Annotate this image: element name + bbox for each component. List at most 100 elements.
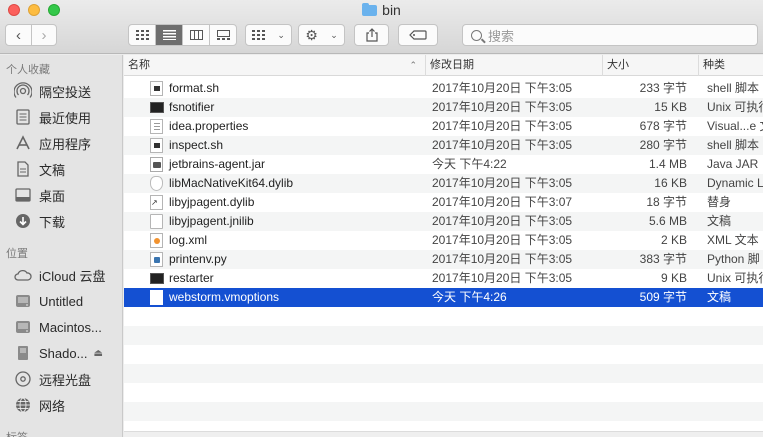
file-date: 2017年10月20日 下午3:05 [432,138,573,152]
tags-header: 标签 [6,429,28,437]
edit-tags-button[interactable] [398,24,438,46]
column-view-button[interactable] [182,25,209,45]
sidebar-item-documents[interactable]: 文稿 [14,158,122,180]
file-date: 2017年10月20日 下午3:05 [432,176,573,190]
sidebar-item-label: Shado... [39,345,88,361]
file-name: format.sh [169,81,220,95]
file-size: 383 字节 [639,252,687,266]
column-header-kind[interactable]: 种类 [698,55,763,76]
file-size: 18 字节 [646,195,687,209]
sidebar-item-airdrop[interactable]: 隔空投送 [14,80,122,102]
sidebar-item-label: 远程光盘 [39,372,92,388]
file-row[interactable]: fsnotifier 2017年10月20日 下午3:05 15 KB Unix… [124,98,763,117]
icon-view-icon [135,30,149,40]
locations-header: 位置 [6,248,28,260]
file-date: 2017年10月20日 下午3:05 [432,100,573,114]
search-icon [471,29,482,41]
file-row[interactable]: inspect.sh 2017年10月20日 下午3:05 280 字节 she… [124,136,763,155]
action-menu-button[interactable]: ⚙ ⌄ [298,24,345,46]
python-icon [150,252,163,267]
file-date: 2017年10月20日 下午3:05 [432,119,573,133]
downloads-icon [14,212,32,230]
sidebar-item-macintosh[interactable]: Macintos... [14,316,122,338]
desktop-icon [14,186,32,204]
back-button[interactable]: ‹ [6,25,31,45]
eject-icon[interactable]: ⏏ [93,348,102,359]
file-row-selected[interactable]: webstorm.vmoptions 今天 下午4:26 509 字节 文稿 [124,288,763,307]
column-header-size[interactable]: 大小 [602,55,698,76]
sidebar-item-untitled[interactable]: Untitled [14,290,122,312]
file-kind: Unix 可执行 [707,100,763,114]
disk-icon [14,344,32,362]
sidebar-item-applications[interactable]: 应用程序 [14,132,122,154]
file-size: 280 字节 [639,138,687,152]
gallery-view-button[interactable] [209,25,236,45]
network-icon [14,396,32,414]
list-view-button[interactable] [155,25,182,45]
script-icon [150,138,163,153]
search-field[interactable]: 搜索 [462,24,758,46]
xml-icon [150,233,163,248]
group-by-button[interactable]: ⌄ [245,24,292,46]
file-row[interactable]: idea.properties 2017年10月20日 下午3:05 678 字… [124,117,763,136]
sidebar-item-shadowsocks[interactable]: Shado... ⏏ [14,342,122,364]
file-name: printenv.py [169,252,227,266]
file-row[interactable]: printenv.py 2017年10月20日 下午3:05 383 字节 Py… [124,250,763,269]
file-kind: XML 文本 [707,233,759,247]
file-date: 2017年10月20日 下午3:05 [432,271,573,285]
favorites-header: 个人收藏 [6,64,50,76]
sidebar-item-recents[interactable]: 最近使用 [14,106,122,128]
file-row[interactable]: libyjpagent.jnilib 2017年10月20日 下午3:05 5.… [124,212,763,231]
icon-view-button[interactable] [129,25,155,45]
file-date: 今天 下午4:22 [432,157,507,171]
file-size: 678 字节 [639,119,687,133]
document-icon [150,290,163,305]
arrange-icon [252,30,266,40]
file-name: libyjpagent.jnilib [169,214,254,228]
column-header-name-label: 名称 [128,59,150,71]
empty-row [124,364,763,383]
column-header-date[interactable]: 修改日期 [425,55,602,76]
file-row[interactable]: libyjpagent.dylib 2017年10月20日 下午3:07 18 … [124,193,763,212]
applications-icon [14,134,32,152]
sidebar-item-label: 桌面 [39,188,66,204]
view-mode-selector [128,24,237,46]
file-name: libMacNativeKit64.dylib [169,176,294,190]
file-row[interactable]: log.xml 2017年10月20日 下午3:05 2 KB XML 文本 [124,231,763,250]
file-size: 9 KB [660,271,687,285]
sidebar-item-desktop[interactable]: 桌面 [14,184,122,206]
sort-ascending-icon: ⌃ [409,60,417,70]
empty-row [124,326,763,345]
file-row[interactable]: restarter 2017年10月20日 下午3:05 9 KB Unix 可… [124,269,763,288]
terminal-icon [150,273,164,284]
file-name: jetbrains-agent.jar [169,157,266,171]
file-row[interactable]: jetbrains-agent.jar 今天 下午4:22 1.4 MB Jav… [124,155,763,174]
share-button[interactable] [354,24,389,46]
disk-icon [14,292,32,310]
terminal-icon [150,102,164,113]
file-kind: 替身 [707,195,732,209]
file-row[interactable]: libMacNativeKit64.dylib 2017年10月20日 下午3:… [124,174,763,193]
file-kind: 文稿 [707,290,732,304]
title-bar: bin ‹ › ⌄ ⚙ ⌄ 搜索 [0,0,763,54]
search-placeholder: 搜索 [488,28,515,44]
chevron-down-icon: ⌄ [277,29,285,40]
sidebar-item-network[interactable]: 网络 [14,394,122,416]
file-kind: Java JAR [707,157,759,171]
forward-button[interactable]: › [30,25,56,45]
file-date: 2017年10月20日 下午3:07 [432,195,573,209]
column-header-name[interactable]: 名称 ⌃ [124,55,425,76]
tag-icon [409,30,427,40]
file-row[interactable]: format.sh 2017年10月20日 下午3:05 233 字节 shel… [124,79,763,98]
column-view-icon [189,30,203,40]
recents-icon [14,108,32,126]
horizontal-scrollbar[interactable] [124,431,763,437]
file-size: 16 KB [654,176,687,190]
sidebar-item-downloads[interactable]: 下载 [14,210,122,232]
file-size: 233 字节 [639,81,687,95]
file-name: inspect.sh [169,138,224,152]
file-name: restarter [169,271,214,285]
sidebar-item-icloud[interactable]: iCloud 云盘 [14,264,122,286]
folder-icon [362,3,378,16]
sidebar-item-remote-disc[interactable]: 远程光盘 [14,368,122,390]
